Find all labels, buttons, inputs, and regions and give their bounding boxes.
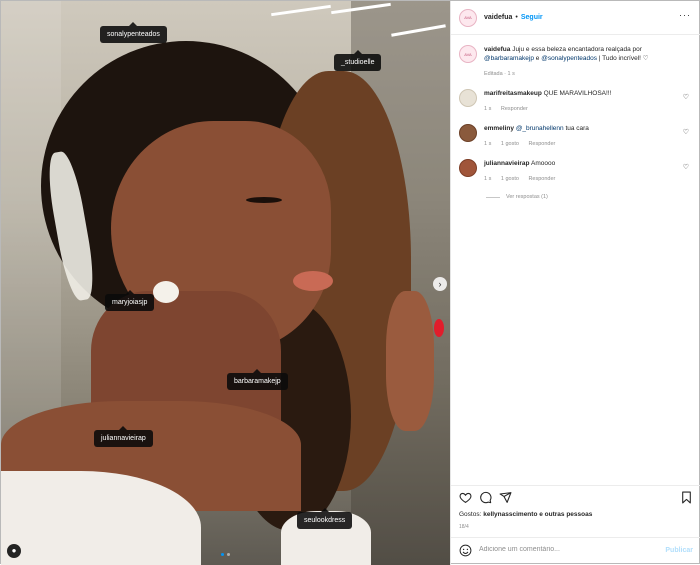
comment-meta: 1 s 1 gosto Responder <box>484 140 684 149</box>
reply-button[interactable]: Responder <box>501 106 528 112</box>
tag-label: barbaramakejp <box>234 378 281 385</box>
tag-label: seulookdress <box>304 517 346 524</box>
comment-username[interactable]: emmeliny <box>484 125 514 132</box>
chevron-right-icon: › <box>438 279 442 289</box>
replies-line <box>486 196 500 198</box>
like-comment-heart-icon[interactable]: ♡ <box>683 128 689 136</box>
avatar-logo-text: AVA <box>464 15 472 20</box>
comment-text: QUE MARAVILHOSA!!! <box>543 90 612 97</box>
avatar[interactable] <box>459 124 477 142</box>
caption-username[interactable]: vaidefua <box>484 46 510 53</box>
caption-text: e <box>535 55 540 62</box>
caption-mention[interactable]: @sonalypenteados <box>541 55 597 62</box>
post-header: AVA vaidefua • Seguir ··· <box>451 1 700 35</box>
photo-tag[interactable]: maryjoiasjp <box>105 290 155 311</box>
header-username[interactable]: vaidefua <box>484 14 512 21</box>
comment-username[interactable]: marifreitasmakeup <box>484 90 542 97</box>
carousel-indicator <box>221 553 230 556</box>
comments-list: AVA vaidefua Juju e essa beleza encantad… <box>451 35 700 200</box>
tagged-users-button[interactable]: ● <box>7 544 21 558</box>
carousel-dot <box>227 553 230 556</box>
caption-body: vaidefua Juju e essa beleza encantadora … <box>484 45 684 79</box>
carousel-dot-active <box>221 553 224 556</box>
share-icon[interactable] <box>499 491 512 504</box>
comment-time: 1 s <box>484 176 492 182</box>
lips <box>293 271 333 291</box>
earring <box>153 281 179 303</box>
person-icon: ● <box>11 546 17 555</box>
like-comment-heart-icon[interactable]: ♡ <box>683 93 689 101</box>
likes-summary: Gostos: kellynasscimento e outras pessoa… <box>459 511 592 518</box>
photo-tag[interactable]: sonalypenteados <box>100 22 167 43</box>
post-sidebar: AVA vaidefua • Seguir ··· AVA vaidefua J… <box>450 1 700 565</box>
likes-user[interactable]: kellynasscimento <box>483 511 537 518</box>
post-photo[interactable]: sonalypenteados _studioelle maryjoiasjp … <box>1 1 450 565</box>
avatar[interactable]: AVA <box>459 8 477 27</box>
photo-tag[interactable]: _studioelle <box>334 50 382 71</box>
carousel-next-button[interactable]: › <box>433 277 447 291</box>
caption-edited: Editada · 1 s <box>484 71 515 77</box>
comment-time: 1 s <box>484 141 492 147</box>
comment-body: juliannavieirap Amoooo 1 s 1 gosto Respo… <box>484 159 684 184</box>
comment-mention[interactable]: @_brunahellenn <box>516 125 564 132</box>
comment-likes[interactable]: 1 gosto <box>501 176 519 182</box>
comment-time: 1 s <box>484 106 492 112</box>
post-date: 18/4 <box>459 524 469 530</box>
likes-prefix: Gostos: <box>459 511 482 518</box>
tag-label: _studioelle <box>341 59 375 66</box>
heart-icon[interactable] <box>459 491 472 504</box>
comment-body: emmeliny @_brunahellenn tua cara 1 s 1 g… <box>484 124 684 149</box>
ceiling-light <box>271 4 331 17</box>
tag-label: juliannavieirap <box>101 435 146 442</box>
header-separator: • <box>515 14 518 21</box>
tag-label: maryjoiasjp <box>112 299 148 306</box>
caption: AVA vaidefua Juju e essa beleza encantad… <box>459 45 693 79</box>
comment-body: marifreitasmakeup QUE MARAVILHOSA!!! 1 s… <box>484 89 684 114</box>
like-comment-heart-icon[interactable]: ♡ <box>683 163 689 171</box>
emoji-icon[interactable] <box>459 544 472 557</box>
post-actions <box>451 485 700 508</box>
comment-likes[interactable]: 1 gosto <box>501 141 519 147</box>
publish-button[interactable]: Publicar <box>665 547 693 554</box>
photo-tag[interactable]: juliannavieirap <box>94 426 153 447</box>
comment-input[interactable] <box>479 546 649 553</box>
caption-text: | Tudo incrível! ♡ <box>598 55 649 62</box>
avatar-logo-text: AVA <box>464 51 472 57</box>
comment-item: emmeliny @_brunahellenn tua cara 1 s 1 g… <box>459 124 693 149</box>
more-options-icon[interactable]: ··· <box>679 10 691 20</box>
comment-composer: Publicar <box>451 537 700 565</box>
view-replies-label: Ver respostas (1) <box>506 194 548 200</box>
likes-others[interactable]: e outras pessoas <box>539 511 592 518</box>
reply-button[interactable]: Responder <box>528 141 555 147</box>
caption-text: Juju e essa beleza encantadora realçada … <box>512 46 642 53</box>
follow-button[interactable]: Seguir <box>521 14 543 21</box>
tag-label: sonalypenteados <box>107 31 160 38</box>
comment-text: tua cara <box>565 125 589 132</box>
reply-button[interactable]: Responder <box>528 176 555 182</box>
view-replies-button[interactable]: Ver respostas (1) <box>486 194 693 200</box>
avatar[interactable] <box>459 89 477 107</box>
comment-icon[interactable] <box>479 491 492 504</box>
bookmark-icon[interactable] <box>680 491 693 504</box>
post-window: sonalypenteados _studioelle maryjoiasjp … <box>0 0 700 565</box>
hand <box>386 291 434 431</box>
comment-text: Amoooo <box>530 160 556 167</box>
comment-item: juliannavieirap Amoooo 1 s 1 gosto Respo… <box>459 159 693 184</box>
comment-item: marifreitasmakeup QUE MARAVILHOSA!!! 1 s… <box>459 89 693 114</box>
avatar[interactable] <box>459 159 477 177</box>
caption-mention[interactable]: @barbaramakejp <box>484 55 534 62</box>
comment-username[interactable]: juliannavieirap <box>484 160 530 167</box>
photo-tag[interactable]: barbaramakejp <box>227 369 288 390</box>
red-nail <box>434 319 444 337</box>
avatar[interactable]: AVA <box>459 45 477 63</box>
photo-tag[interactable]: seulookdress <box>297 508 353 529</box>
comment-meta: 1 s 1 gosto Responder <box>484 175 684 184</box>
caption-meta: Editada · 1 s <box>484 70 684 79</box>
closed-eye <box>246 197 282 203</box>
comment-meta: 1 s Responder <box>484 105 684 114</box>
